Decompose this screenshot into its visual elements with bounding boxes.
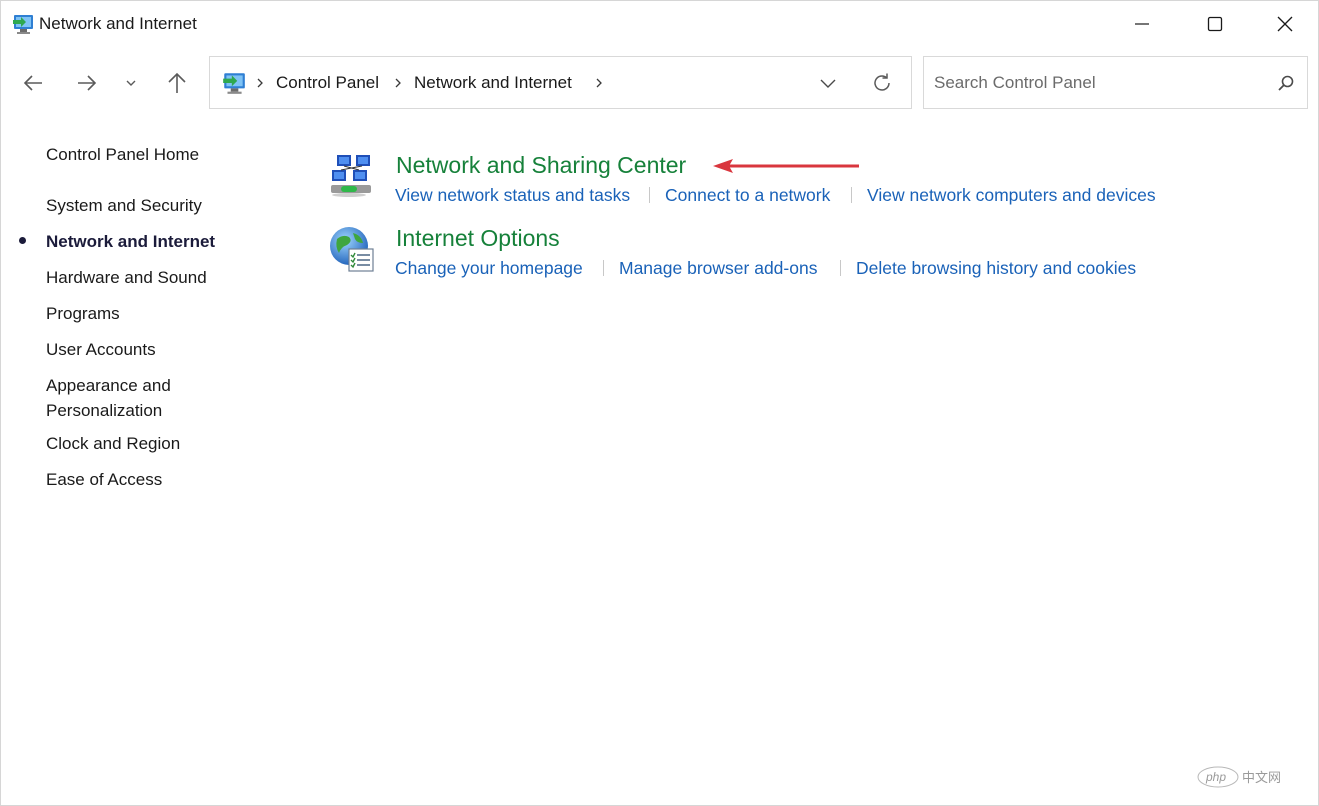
- link-separator: [649, 187, 650, 203]
- up-arrow-icon: [168, 72, 186, 93]
- php-cn-watermark-logo: php 中文网: [1197, 766, 1281, 788]
- sidebar-item-label-line2: Personalization: [46, 401, 163, 420]
- link-separator: [840, 260, 841, 276]
- chevron-right-icon[interactable]: [254, 74, 266, 92]
- forward-arrow-icon: [78, 75, 97, 91]
- chevron-right-icon[interactable]: [593, 74, 605, 92]
- window-title: Network and Internet: [39, 14, 197, 33]
- chevron-down-icon: [820, 79, 836, 88]
- recent-locations-button[interactable]: [119, 65, 143, 101]
- forward-button[interactable]: [69, 65, 105, 101]
- view-network-status-link[interactable]: View network status and tasks: [395, 185, 630, 206]
- sidebar-item-ease-of-access[interactable]: Ease of Access: [46, 467, 162, 492]
- maximize-icon: [1207, 16, 1223, 32]
- delete-browsing-history-link[interactable]: Delete browsing history and cookies: [856, 258, 1136, 279]
- close-icon: [1277, 16, 1293, 32]
- connect-to-network-link[interactable]: Connect to a network: [665, 185, 830, 206]
- close-button[interactable]: [1251, 1, 1319, 47]
- maximize-button[interactable]: [1181, 1, 1249, 47]
- breadcrumb-control-panel[interactable]: Control Panel: [276, 73, 379, 93]
- refresh-button[interactable]: [867, 69, 897, 97]
- red-arrow-annotation: [713, 159, 859, 173]
- search-icon[interactable]: [1275, 72, 1297, 94]
- sidebar-item-system-and-security[interactable]: System and Security: [46, 193, 202, 218]
- internet-options-globe-icon[interactable]: [329, 225, 377, 273]
- address-dropdown-button[interactable]: [813, 69, 843, 97]
- address-bar[interactable]: Control Panel Network and Internet: [209, 56, 912, 109]
- minimize-button[interactable]: [1108, 1, 1176, 47]
- back-button[interactable]: [15, 65, 51, 101]
- back-arrow-icon: [23, 75, 42, 91]
- internet-options-link[interactable]: Internet Options: [396, 225, 560, 252]
- search-box[interactable]: [923, 56, 1308, 109]
- chevron-right-icon[interactable]: [392, 74, 404, 92]
- link-separator: [851, 187, 852, 203]
- view-network-computers-link[interactable]: View network computers and devices: [867, 185, 1156, 206]
- svg-text:中文网: 中文网: [1242, 771, 1281, 786]
- control-panel-window: Network and Internet Control Panel Netwo…: [0, 0, 1319, 806]
- title-bar: Network and Internet: [1, 1, 1318, 47]
- control-panel-icon: [11, 12, 35, 36]
- network-sharing-center-icon[interactable]: [329, 152, 377, 200]
- sidebar-item-network-and-internet[interactable]: Network and Internet: [46, 229, 215, 254]
- sidebar-item-programs[interactable]: Programs: [46, 301, 120, 326]
- refresh-icon: [874, 73, 890, 91]
- svg-text:php: php: [1205, 770, 1226, 784]
- link-separator: [603, 260, 604, 276]
- chevron-down-icon: [126, 80, 136, 86]
- up-button[interactable]: [159, 65, 195, 101]
- sidebar-item-control-panel-home[interactable]: Control Panel Home: [46, 142, 199, 167]
- sidebar-item-appearance-and-personalization[interactable]: Appearance and Personalization: [46, 373, 171, 423]
- change-homepage-link[interactable]: Change your homepage: [395, 258, 583, 279]
- sidebar-item-clock-and-region[interactable]: Clock and Region: [46, 431, 180, 456]
- network-and-sharing-center-link[interactable]: Network and Sharing Center: [396, 152, 686, 179]
- breadcrumb-network-and-internet[interactable]: Network and Internet: [414, 73, 572, 93]
- sidebar-item-label-line1: Appearance and: [46, 376, 171, 395]
- active-item-bullet: [19, 237, 26, 244]
- search-input[interactable]: [934, 71, 1264, 95]
- manage-browser-addons-link[interactable]: Manage browser add-ons: [619, 258, 817, 279]
- sidebar-item-user-accounts[interactable]: User Accounts: [46, 337, 156, 362]
- minimize-icon: [1135, 23, 1149, 25]
- sidebar-item-hardware-and-sound[interactable]: Hardware and Sound: [46, 265, 207, 290]
- control-panel-icon: [221, 70, 247, 96]
